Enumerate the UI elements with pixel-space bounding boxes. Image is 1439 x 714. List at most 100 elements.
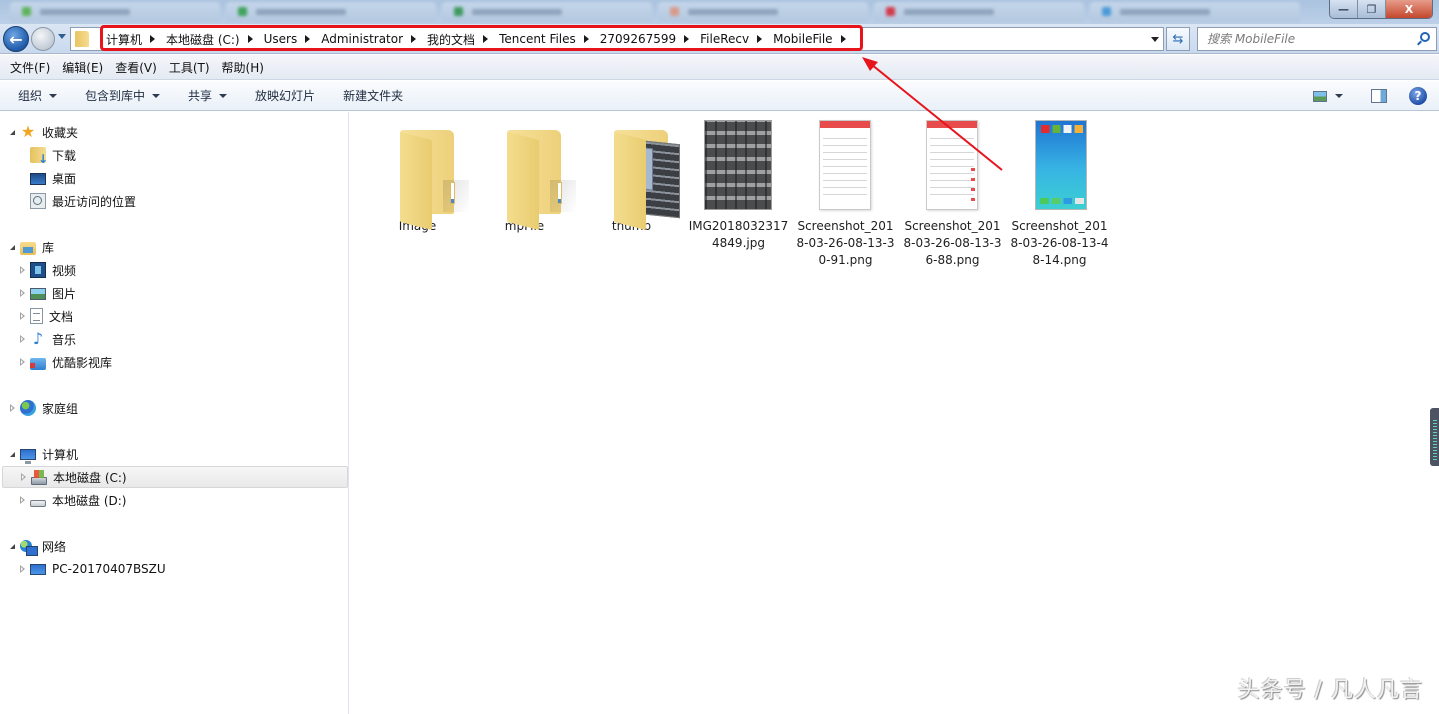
tree-item-documents[interactable]: 文档 [20,305,73,327]
breadcrumb-item[interactable]: 本地磁盘 (C:) [161,31,259,48]
forward-button[interactable] [31,27,55,51]
help-icon[interactable]: ? [1409,87,1427,105]
breadcrumb-arrow-icon[interactable] [840,35,846,43]
breadcrumb-label[interactable]: 2709267599 [595,32,681,46]
change-view-icon[interactable] [1313,90,1327,102]
file-item[interactable]: Screenshot_2018-03-26-08-13-48-14.png [1006,120,1113,269]
breadcrumb-label[interactable]: Tencent Files [494,32,581,46]
background-tab[interactable] [658,2,868,22]
breadcrumb-label[interactable]: 本地磁盘 (C:) [161,31,245,48]
breadcrumb-item[interactable]: Tencent Files [494,32,595,46]
tree-network[interactable]: 网络 [10,535,66,557]
breadcrumb-item[interactable]: Users [259,32,317,46]
library-icon [20,242,36,255]
breadcrumb-arrow-icon[interactable] [757,35,763,43]
window-controls: — ❐ X [1329,0,1433,19]
expanded-arrow-icon[interactable] [10,244,15,250]
close-button[interactable]: X [1386,0,1432,18]
file-item[interactable]: thumb [578,120,685,235]
expanded-arrow-icon[interactable] [10,129,15,135]
menu-tools[interactable]: 工具(T) [163,59,216,76]
menu-edit[interactable]: 编辑(E) [56,59,109,76]
breadcrumb-item[interactable]: 我的文档 [422,31,494,48]
breadcrumb-arrow-icon[interactable] [684,35,690,43]
breadcrumb-label[interactable]: Users [259,32,303,46]
expanded-arrow-icon[interactable] [10,543,15,549]
file-item[interactable]: Screenshot_2018-03-26-08-13-30-91.png [792,120,899,269]
background-tab[interactable] [874,2,1084,22]
collapsed-arrow-icon[interactable] [20,358,25,366]
minimize-button[interactable]: — [1330,0,1358,18]
volume-meter-widget[interactable] [1430,408,1439,466]
tree-item-drive-c[interactable]: 本地磁盘 (C:) [2,466,348,488]
tree-item-recent-places[interactable]: 最近访问的位置 [30,190,136,212]
tree-item-drive-d[interactable]: 本地磁盘 (D:) [20,489,126,511]
search-box[interactable] [1197,27,1437,51]
tree-item-pictures[interactable]: 图片 [20,282,76,304]
breadcrumb-item[interactable]: 计算机 [101,31,161,48]
collapsed-arrow-icon[interactable] [20,335,25,343]
breadcrumb-arrow-icon[interactable] [150,35,156,43]
breadcrumb-label[interactable]: Administrator [316,32,408,46]
tree-item-youku-library[interactable]: 优酷影视库 [20,351,112,373]
collapsed-arrow-icon[interactable] [20,312,25,320]
tree-item-music[interactable]: ♪ 音乐 [20,328,76,350]
address-bar[interactable]: 计算机 本地磁盘 (C:) Users Administrator 我的文档 Tencen… [70,27,1164,51]
file-item[interactable]: Image [364,120,471,235]
collapsed-arrow-icon[interactable] [10,404,15,412]
collapsed-arrow-icon[interactable] [20,496,25,504]
preview-pane-icon[interactable] [1371,89,1387,103]
search-input[interactable] [1198,28,1408,50]
file-item[interactable]: IMG20180323174849.jpg [685,120,792,252]
expanded-arrow-icon[interactable] [10,451,15,457]
background-tab[interactable] [442,2,652,22]
recent-pages-dropdown[interactable] [58,34,66,39]
background-tab[interactable] [10,2,220,22]
file-item[interactable]: Screenshot_2018-03-26-08-13-36-88.png [899,120,1006,269]
share-button[interactable]: 共享 [180,84,235,108]
background-tab[interactable] [1090,2,1300,22]
tree-favorites[interactable]: ★ 收藏夹 [10,121,78,143]
refresh-button[interactable]: ⇆ [1166,27,1190,51]
new-folder-button[interactable]: 新建文件夹 [335,84,411,108]
file-item[interactable]: mpFile [471,120,578,235]
breadcrumb-arrow-icon[interactable] [483,35,489,43]
restore-button[interactable]: ❐ [1358,0,1386,18]
breadcrumb-item[interactable]: FileRecv [695,32,768,46]
include-in-library-button[interactable]: 包含到库中 [77,84,168,108]
tree-item-videos[interactable]: 视频 [20,259,76,281]
menu-file[interactable]: 文件(F) [4,59,56,76]
tree-item-network-pc[interactable]: PC-20170407BSZU [20,558,166,580]
file-name: Screenshot_2018-03-26-08-13-30-91.png [796,219,895,267]
breadcrumb-arrow-icon[interactable] [305,35,311,43]
breadcrumb-label[interactable]: FileRecv [695,32,754,46]
tree-homegroup[interactable]: 家庭组 [10,397,78,419]
menu-help[interactable]: 帮助(H) [216,59,270,76]
collapsed-arrow-icon[interactable] [20,266,25,274]
address-history-dropdown[interactable] [1151,37,1159,42]
breadcrumb-label[interactable]: 计算机 [101,31,147,48]
menu-view[interactable]: 查看(V) [109,59,163,76]
collapsed-arrow-icon[interactable] [21,473,26,481]
breadcrumb-label[interactable]: MobileFile [768,32,837,46]
tree-item-desktop[interactable]: 桌面 [30,167,76,189]
breadcrumb-item[interactable]: MobileFile [768,32,851,46]
breadcrumb-label[interactable]: 我的文档 [422,31,480,48]
breadcrumb-item[interactable]: Administrator [316,32,422,46]
tree-libraries[interactable]: 库 [10,236,54,258]
breadcrumb-arrow-icon[interactable] [247,35,253,43]
slideshow-button[interactable]: 放映幻灯片 [247,84,323,108]
breadcrumb-arrow-icon[interactable] [583,35,589,43]
back-button[interactable]: ← [3,26,29,52]
tree-computer[interactable]: 计算机 [10,443,78,465]
organize-button[interactable]: 组织 [10,84,65,108]
search-icon[interactable] [1420,32,1430,42]
breadcrumb-item[interactable]: 2709267599 [595,32,695,46]
collapsed-arrow-icon[interactable] [20,565,25,573]
background-tab[interactable] [226,2,436,22]
tree-item-downloads[interactable]: 下载 [30,144,76,166]
breadcrumb-arrow-icon[interactable] [411,35,417,43]
view-options-dropdown[interactable] [1335,94,1343,98]
file-name: Screenshot_2018-03-26-08-13-36-88.png [903,219,1002,267]
collapsed-arrow-icon[interactable] [20,289,25,297]
